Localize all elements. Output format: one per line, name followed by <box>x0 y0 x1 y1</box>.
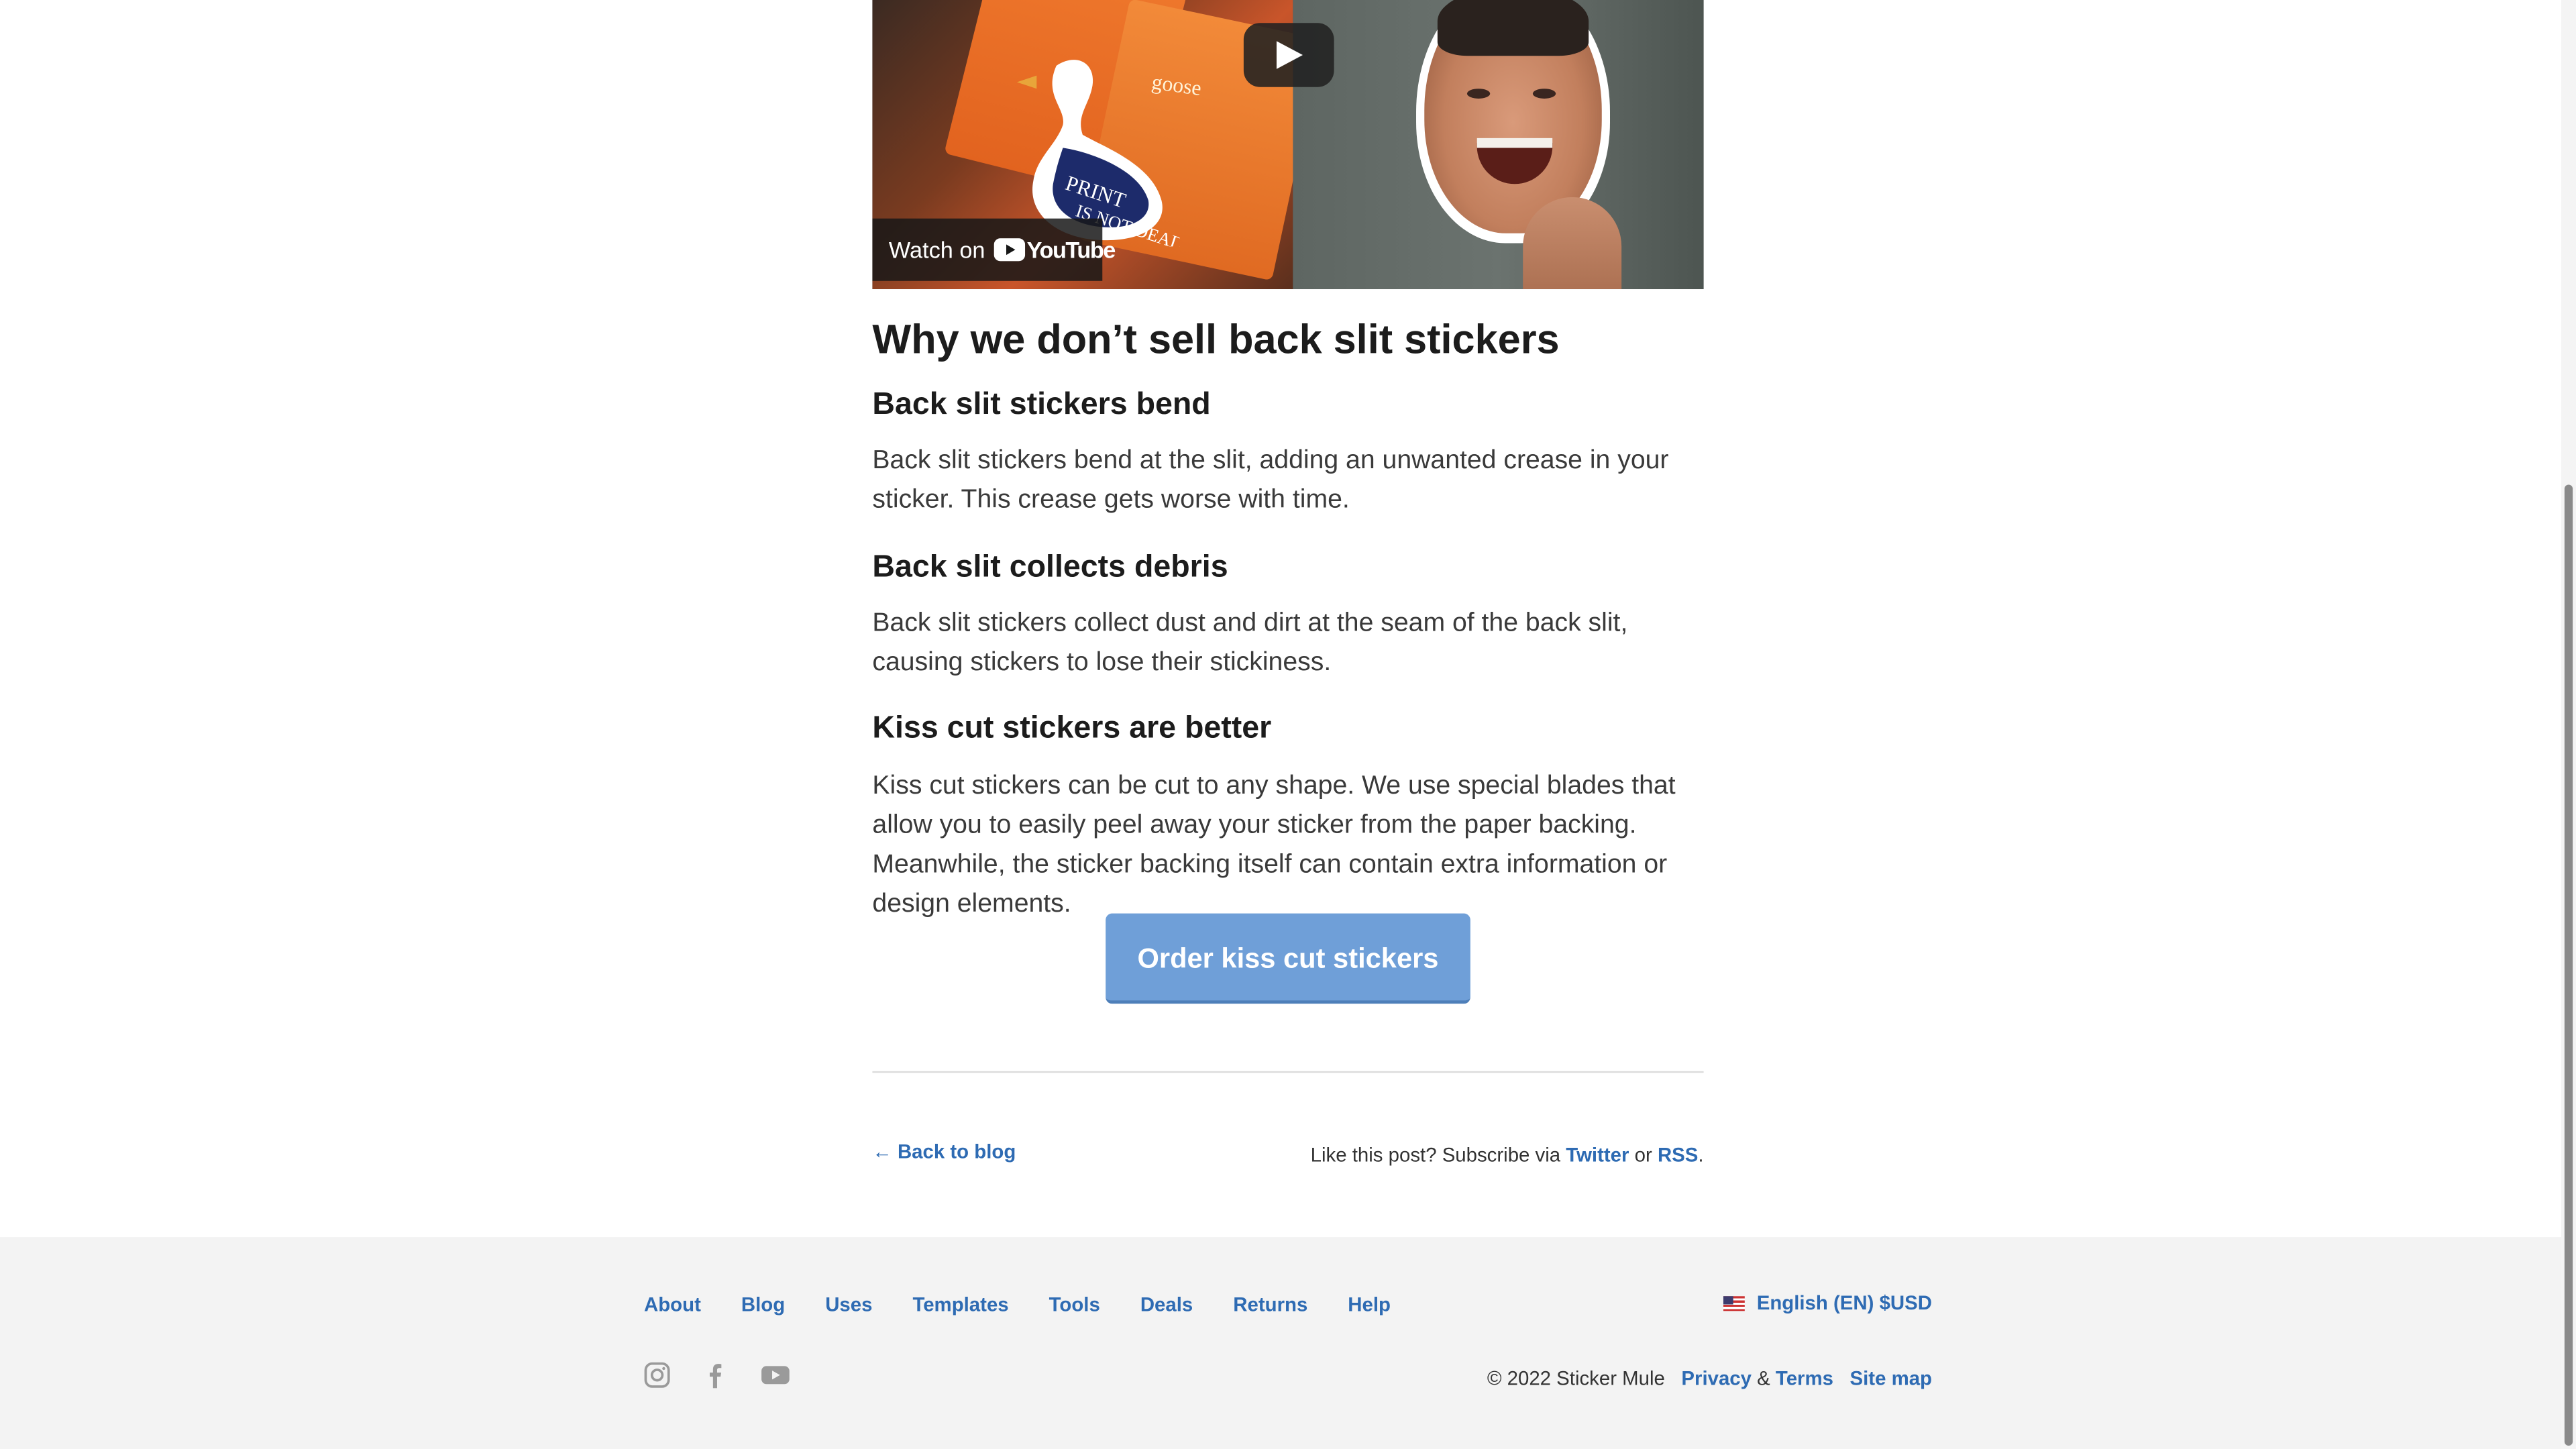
footer-link-blog[interactable]: Blog <box>741 1293 785 1316</box>
legal-line: © 2022 Sticker Mule Privacy & Terms Site… <box>1487 1367 1932 1390</box>
language-label: English (EN) $USD <box>1756 1291 1933 1315</box>
twitter-link[interactable]: Twitter <box>1566 1143 1629 1166</box>
hair-shape <box>1437 0 1589 56</box>
footer-link-templates[interactable]: Templates <box>912 1293 1008 1316</box>
section-heading: Why we don’t sell back slit stickers <box>872 317 1560 364</box>
youtube-wordmark: YouTube <box>1026 236 1116 263</box>
instagram-icon[interactable] <box>644 1362 670 1396</box>
embedded-video[interactable]: goose PRINT IS NOT DEAD Watch on YouTube <box>872 0 1704 290</box>
watch-on-youtube-button[interactable]: Watch on YouTube <box>872 218 1116 281</box>
order-kiss-cut-button[interactable]: Order kiss cut stickers <box>1106 913 1470 1004</box>
facebook-icon[interactable] <box>700 1362 731 1396</box>
footer-link-uses[interactable]: Uses <box>825 1293 872 1316</box>
footer-link-about[interactable]: About <box>644 1293 701 1316</box>
subheading-bend: Back slit stickers bend <box>872 387 1211 423</box>
copyright-text: © 2022 Sticker Mule <box>1487 1366 1665 1390</box>
subscribe-prefix: Like this post? Subscribe via <box>1310 1143 1566 1167</box>
divider <box>872 1071 1704 1073</box>
footer-link-help[interactable]: Help <box>1348 1293 1391 1316</box>
paragraph-kiss-cut: Kiss cut stickers can be cut to any shap… <box>872 772 1676 918</box>
subscribe-or: or <box>1629 1143 1658 1167</box>
terms-link[interactable]: Terms <box>1776 1367 1833 1390</box>
us-flag-icon <box>1723 1296 1746 1311</box>
mouth-shape <box>1477 138 1553 184</box>
footer-link-returns[interactable]: Returns <box>1233 1293 1307 1316</box>
subscribe-line: Like this post? Subscribe via Twitter or… <box>1311 1143 1704 1166</box>
page-root: goose PRINT IS NOT DEAD Watch on YouTube… <box>0 0 2576 1449</box>
eye-shape <box>1466 89 1491 99</box>
privacy-link[interactable]: Privacy <box>1681 1367 1752 1390</box>
footer-link-deals[interactable]: Deals <box>1140 1293 1193 1316</box>
scrollbar-thumb[interactable] <box>2564 484 2573 1446</box>
social-links <box>644 1362 820 1396</box>
site-footer: About Blog Uses Templates Tools Deals Re… <box>0 1237 2561 1449</box>
site-map-link[interactable]: Site map <box>1850 1367 1932 1390</box>
amp-text: & <box>1751 1366 1776 1390</box>
paragraph-debris: Back slit stickers collect dust and dirt… <box>872 609 1628 677</box>
youtube-icon[interactable] <box>761 1362 790 1396</box>
youtube-logo-icon <box>994 238 1026 262</box>
back-to-blog-link[interactable]: ← Back to blog <box>872 1140 1016 1163</box>
subscribe-suffix: . <box>1698 1143 1704 1167</box>
rss-link[interactable]: RSS <box>1658 1143 1698 1166</box>
subheading-debris: Back slit collects debris <box>872 550 1228 585</box>
video-thumbnail-right <box>1293 0 1704 290</box>
footer-nav: About Blog Uses Templates Tools Deals Re… <box>644 1293 1431 1316</box>
paragraph-bend: Back slit stickers bend at the slit, add… <box>872 447 1669 515</box>
goose-sticker-image: PRINT IS NOT DEAD <box>1016 60 1179 246</box>
eye-shape <box>1532 89 1556 99</box>
play-button[interactable] <box>1243 23 1334 87</box>
watch-on-label: Watch on <box>888 236 985 263</box>
footer-link-tools[interactable]: Tools <box>1049 1293 1100 1316</box>
hand-image <box>1523 197 1622 290</box>
vertical-scrollbar[interactable] <box>2561 0 2576 1449</box>
subheading-kiss-cut: Kiss cut stickers are better <box>872 711 1272 746</box>
play-icon <box>1276 41 1303 69</box>
language-selector[interactable]: English (EN) $USD <box>1723 1291 1933 1315</box>
